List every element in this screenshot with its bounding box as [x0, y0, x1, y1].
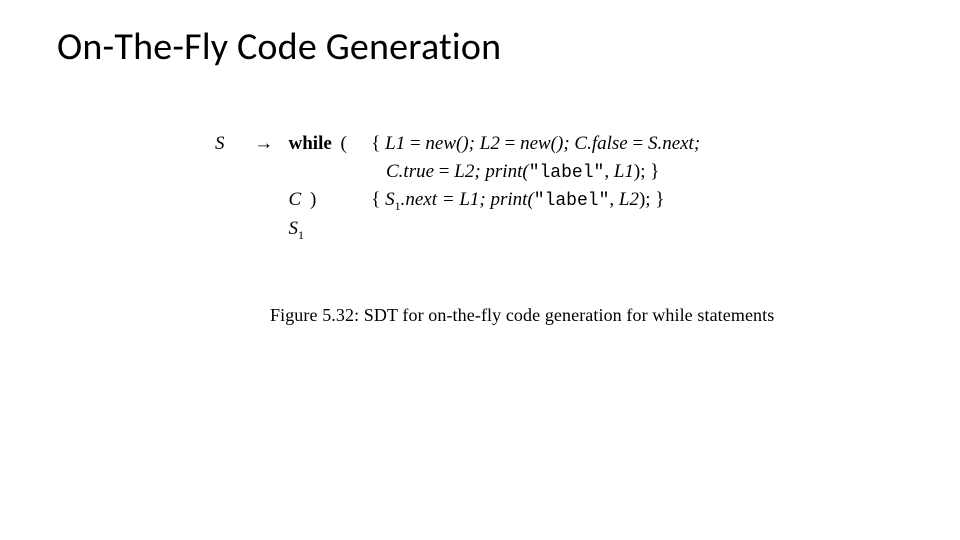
new1: new(); — [425, 133, 475, 154]
eq2: = — [500, 133, 520, 154]
ctrue: C.true — [386, 161, 434, 182]
expr-l2-lhs: L2 — [480, 133, 500, 154]
cfalse: C.false — [574, 133, 627, 154]
s1next: S — [385, 189, 395, 210]
print2: print( — [491, 189, 534, 210]
brace-open-1: { — [371, 133, 380, 154]
comma2: , — [609, 189, 619, 210]
expr-l1-lhs: L1 — [385, 133, 405, 154]
l2-arg: L2 — [619, 189, 639, 210]
eq1: = — [405, 133, 425, 154]
eq-l2: = — [434, 161, 454, 182]
slide: On-The-Fly Code Generation S → while ( {… — [0, 0, 960, 540]
cond-symbol: C — [289, 189, 302, 210]
empty-lhs-2 — [215, 158, 241, 186]
figure-caption: Figure 5.32: SDT for on-the-fly code gen… — [270, 305, 774, 326]
body-nt: S — [289, 218, 299, 239]
action-line-2: C.true = L2; print("label", L1); } — [371, 158, 659, 186]
production-row-2: C.true = L2; print("label", L1); } — [215, 158, 700, 186]
brace-close-2: } — [655, 189, 664, 210]
empty-lhs-3 — [215, 186, 241, 214]
empty-lhs-4 — [215, 215, 241, 243]
prod-arrow: → — [246, 130, 282, 158]
print1: print( — [485, 161, 528, 182]
while-keyword: while — [289, 133, 332, 154]
page-title: On-The-Fly Code Generation — [57, 24, 501, 70]
prod-rhs-cond: C ) — [287, 186, 367, 214]
action-line-1: { L1 = new(); L2 = new(); C.false = S.ne… — [371, 130, 700, 158]
prod-rhs-body: S1 — [287, 215, 367, 244]
qlabel2: "label" — [534, 191, 610, 211]
production-row-1: S → while ( { L1 = new(); L2 = new(); C.… — [215, 130, 700, 158]
endp2: ); — [639, 189, 651, 210]
new2: new(); — [520, 133, 570, 154]
brace-open-2: { — [371, 189, 380, 210]
brace-close-1: } — [650, 161, 659, 182]
l1-arg: L1 — [614, 161, 634, 182]
production-row-3: C ) { S1.next = L1; print("label", L2); … — [215, 186, 700, 215]
prod-rhs-keyword: while ( — [287, 130, 367, 158]
body-sub: 1 — [298, 228, 304, 242]
empty-arrow-3 — [246, 186, 282, 214]
close-paren: ) — [306, 189, 316, 210]
action-line-3: { S1.next = L1; print("label", L2); } — [371, 186, 664, 215]
open-paren: ( — [337, 133, 347, 154]
comma1: , — [604, 161, 614, 182]
production-row-4: S1 — [215, 215, 700, 244]
empty-arrow-4 — [246, 215, 282, 243]
nexteq: .next = L1; — [401, 189, 486, 210]
empty-arrow-2 — [246, 158, 282, 186]
snext: S.next; — [648, 133, 700, 154]
prod-lhs: S — [215, 130, 241, 158]
qlabel1: "label" — [529, 163, 605, 183]
eq3: = — [628, 133, 648, 154]
l2-val: L2; — [454, 161, 480, 182]
endp1: ); — [634, 161, 646, 182]
sdt-production: S → while ( { L1 = new(); L2 = new(); C.… — [215, 130, 700, 244]
empty-sym-2 — [287, 158, 367, 186]
